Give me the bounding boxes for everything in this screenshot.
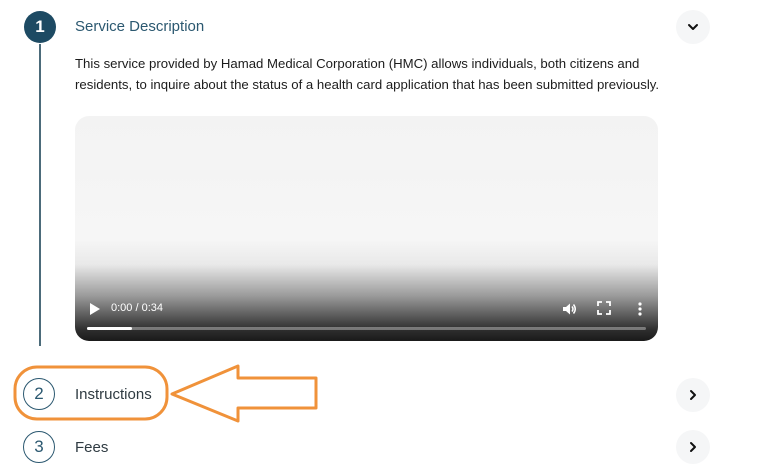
chevron-down-icon — [688, 24, 698, 30]
arrow-left-icon — [170, 364, 318, 423]
step-connector-line — [39, 44, 41, 346]
step-1-title[interactable]: Service Description — [75, 18, 204, 35]
video-time-display: 0:00 / 0:34 — [111, 302, 163, 314]
chevron-right-icon — [690, 442, 696, 452]
video-progress-bar[interactable] — [87, 327, 646, 330]
video-controls: 0:00 / 0:34 — [75, 281, 658, 341]
fullscreen-icon[interactable] — [597, 301, 611, 315]
service-description-text: This service provided by Hamad Medical C… — [75, 56, 660, 92]
chevron-right-icon — [690, 390, 696, 400]
play-icon[interactable] — [89, 302, 101, 316]
step-3-number: 3 — [34, 437, 44, 456]
more-options-icon[interactable] — [634, 301, 646, 317]
video-progress-fill — [87, 327, 132, 330]
step-2-toggle-button[interactable] — [676, 378, 710, 412]
service-steps-page: 1 Service Description This service provi… — [0, 0, 757, 467]
step-1-toggle-button[interactable] — [676, 10, 710, 44]
step-1-number-circle: 1 — [24, 11, 56, 43]
step-3-title[interactable]: Fees — [75, 439, 108, 456]
video-player[interactable]: 0:00 / 0:34 — [75, 116, 658, 341]
volume-icon[interactable] — [561, 301, 577, 317]
step-2-number-circle: 2 — [23, 378, 55, 410]
step-1-number: 1 — [35, 17, 45, 36]
step-3-number-circle: 3 — [23, 431, 55, 463]
step-3-toggle-button[interactable] — [676, 430, 710, 464]
step-2-number: 2 — [34, 384, 44, 403]
step-2-title[interactable]: Instructions — [75, 386, 152, 403]
